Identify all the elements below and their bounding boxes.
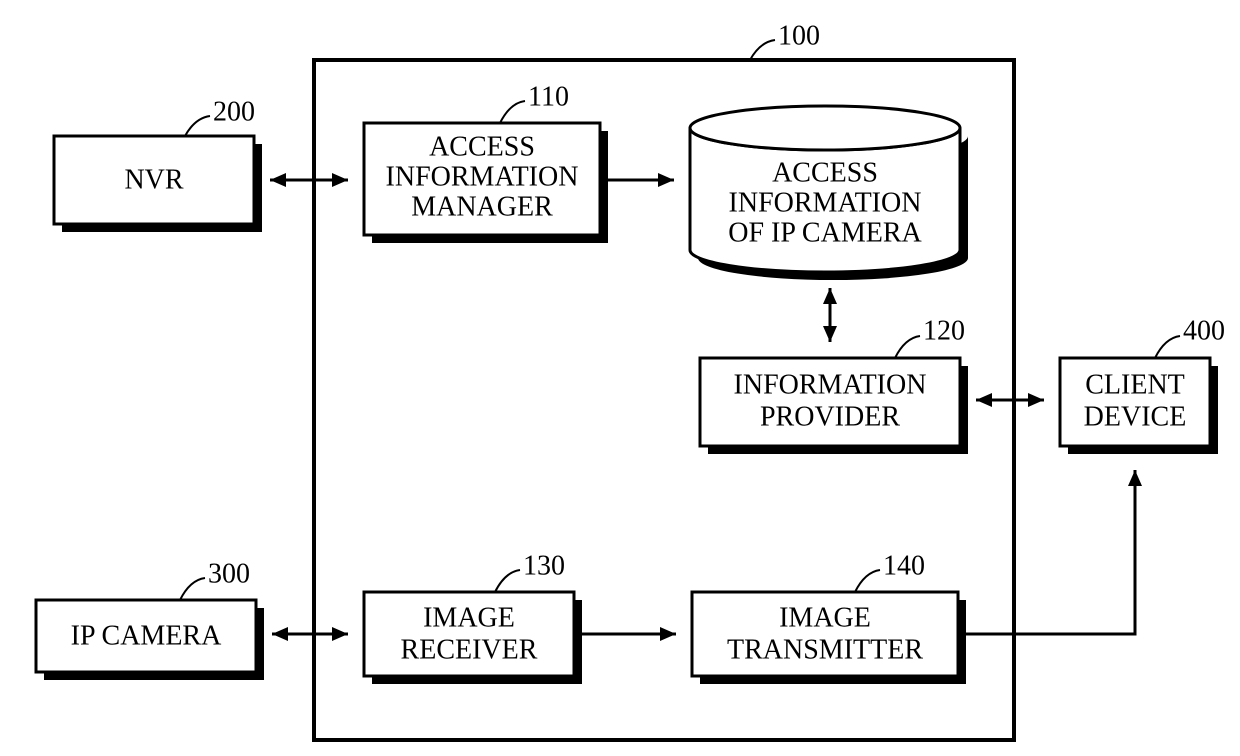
client-line1: CLIENT bbox=[1085, 369, 1185, 400]
access-manager-line3: MANAGER bbox=[411, 191, 553, 222]
arrow-cyl-infoprovider bbox=[823, 288, 837, 342]
ref-leader-120 bbox=[895, 336, 920, 358]
diagram-canvas: 100 NVR 200 ACCESS INFORMATION MANAGER 1… bbox=[0, 0, 1240, 756]
ref-140: 140 bbox=[883, 550, 925, 581]
ip-camera-block: IP CAMERA 300 bbox=[36, 558, 264, 680]
ref-leader-300 bbox=[180, 578, 205, 600]
client-line2: DEVICE bbox=[1084, 401, 1187, 432]
arrow-ipcam-receiver bbox=[272, 627, 348, 641]
info-provider-block: INFORMATION PROVIDER 120 bbox=[700, 315, 968, 454]
img-tx-line1: IMAGE bbox=[779, 602, 871, 633]
client-device-block: CLIENT DEVICE 400 bbox=[1060, 315, 1225, 454]
cyl-line1: ACCESS bbox=[772, 157, 878, 188]
image-transmitter-block: IMAGE TRANSMITTER 140 bbox=[692, 550, 966, 684]
arrow-infoprovider-client bbox=[976, 393, 1044, 407]
img-recv-line1: IMAGE bbox=[423, 602, 515, 633]
ref-400: 400 bbox=[1183, 315, 1225, 346]
ref-100: 100 bbox=[778, 20, 820, 51]
access-manager-line2: INFORMATION bbox=[386, 161, 579, 192]
ref-110: 110 bbox=[528, 81, 569, 112]
ref-300: 300 bbox=[208, 558, 250, 589]
arrow-accessmgr-cyl bbox=[600, 173, 674, 187]
ref-200: 200 bbox=[213, 96, 255, 127]
img-tx-line2: TRANSMITTER bbox=[727, 634, 923, 665]
arrow-transmitter-client bbox=[958, 470, 1142, 634]
img-recv-line2: RECEIVER bbox=[401, 634, 538, 665]
access-manager-line1: ACCESS bbox=[429, 131, 535, 162]
cyl-line2: INFORMATION bbox=[729, 187, 922, 218]
nvr-label: NVR bbox=[124, 164, 183, 195]
ref-130: 130 bbox=[523, 550, 565, 581]
ref-leader-200 bbox=[185, 116, 210, 136]
ref-leader-100 bbox=[750, 40, 775, 60]
info-provider-line2: PROVIDER bbox=[760, 401, 900, 432]
ref-120: 120 bbox=[923, 315, 965, 346]
cyl-line3: OF IP CAMERA bbox=[728, 217, 922, 248]
ref-leader-130 bbox=[495, 570, 520, 592]
info-provider-line1: INFORMATION bbox=[734, 369, 927, 400]
cylinder-db: ACCESS INFORMATION OF IP CAMERA bbox=[690, 106, 968, 280]
ip-camera-line1: IP CAMERA bbox=[71, 620, 222, 651]
image-receiver-block: IMAGE RECEIVER 130 bbox=[364, 550, 582, 684]
arrow-receiver-transmitter bbox=[574, 627, 676, 641]
nvr-block: NVR 200 bbox=[54, 96, 262, 232]
ref-leader-140 bbox=[855, 570, 880, 592]
ref-leader-400 bbox=[1155, 336, 1180, 358]
ref-leader-110 bbox=[500, 101, 525, 123]
arrow-nvr-accessmgr bbox=[270, 173, 348, 187]
access-manager-block: ACCESS INFORMATION MANAGER 110 bbox=[364, 81, 608, 243]
